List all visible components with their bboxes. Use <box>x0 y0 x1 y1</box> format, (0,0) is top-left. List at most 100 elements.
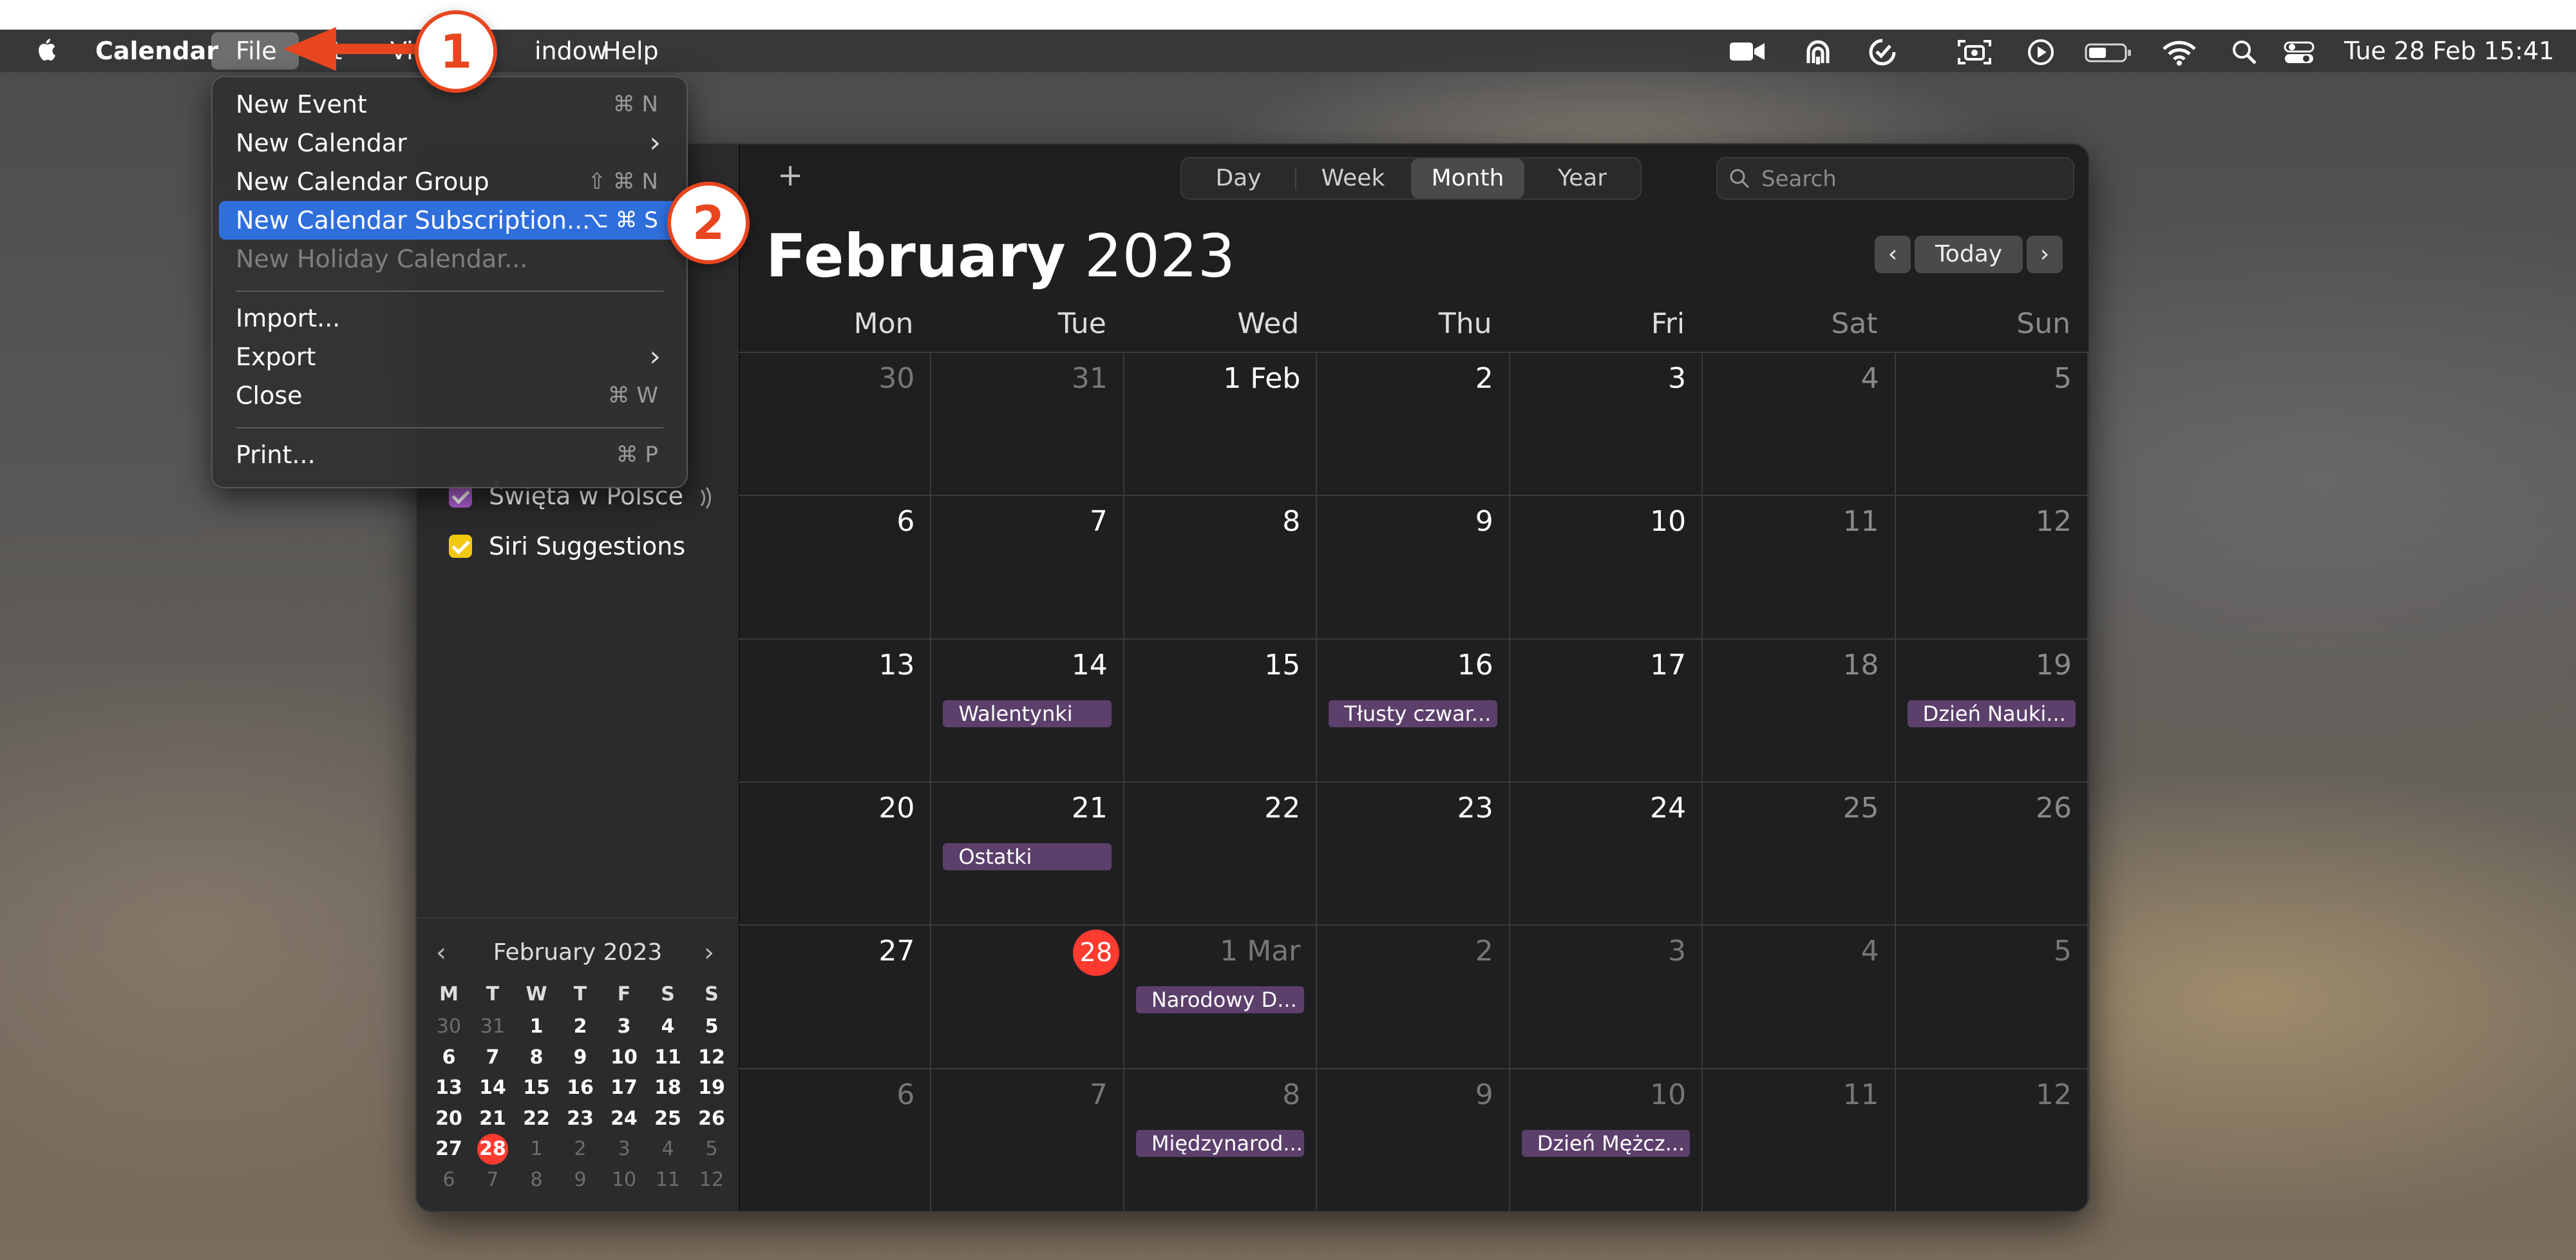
day-cell[interactable]: 1 Feb <box>1124 353 1318 497</box>
day-cell[interactable]: 10 <box>1510 496 1703 640</box>
day-cell[interactable]: 1 Mar Narodowy D... <box>1124 926 1318 1069</box>
day-cell[interactable]: 11 <box>1703 496 1896 640</box>
mini-day[interactable]: 10 <box>602 1046 646 1069</box>
mini-day[interactable]: 5 <box>690 1015 734 1038</box>
day-cell[interactable]: 10 Dzień Mężcz... <box>1510 1069 1703 1211</box>
tab-year[interactable]: Year <box>1526 158 1639 198</box>
menu-item-new-calendar-group[interactable]: New Calendar Group ⇧ ⌘ N <box>219 162 680 201</box>
day-cell[interactable]: 2 <box>1317 926 1510 1069</box>
event-chip[interactable]: Międzynarod... <box>1135 1129 1305 1157</box>
day-cell[interactable]: 3 <box>1510 926 1703 1069</box>
day-cell[interactable]: 22 <box>1124 783 1318 926</box>
mini-next-month-button[interactable]: › <box>704 938 714 968</box>
day-cell[interactable]: 4 <box>1703 926 1896 1069</box>
mini-day[interactable]: 15 <box>515 1076 558 1099</box>
mini-day[interactable]: 17 <box>602 1076 646 1099</box>
day-cell[interactable]: 9 <box>1317 1069 1510 1211</box>
day-cell[interactable]: 2 <box>1317 353 1510 497</box>
mini-day[interactable]: 1 <box>515 1138 558 1160</box>
calendar-item-siri[interactable]: Siri Suggestions <box>449 527 685 566</box>
app-name-menu[interactable]: Calendar <box>95 30 218 72</box>
event-chip[interactable]: Ostatki <box>943 843 1112 870</box>
wifi-icon[interactable] <box>2161 37 2197 73</box>
menu-item-new-calendar-subscription[interactable]: New Calendar Subscription... ⌥ ⌘ S <box>219 201 680 240</box>
event-chip[interactable]: Tłusty czwar... <box>1329 700 1497 727</box>
day-cell[interactable]: 20 <box>739 783 932 926</box>
mini-day[interactable]: 3 <box>602 1015 646 1038</box>
mini-day[interactable]: 26 <box>690 1107 734 1130</box>
menu-file[interactable]: File <box>236 30 277 72</box>
day-cell[interactable]: 15 <box>1124 639 1318 783</box>
mini-day[interactable]: 3 <box>602 1138 646 1160</box>
mini-day[interactable]: 2 <box>558 1015 602 1038</box>
mini-day[interactable]: 9 <box>558 1046 602 1069</box>
prev-month-button[interactable]: ‹ <box>1875 236 1911 273</box>
menu-item-export[interactable]: Export › <box>219 338 680 376</box>
mini-day[interactable]: 18 <box>646 1076 690 1099</box>
day-cell[interactable]: 12 <box>1895 1069 2088 1211</box>
mini-day[interactable]: 27 <box>427 1138 471 1160</box>
mini-day[interactable]: 31 <box>471 1015 515 1038</box>
search-input[interactable] <box>1760 158 2065 200</box>
day-cell[interactable]: 30 <box>739 353 932 497</box>
day-cell[interactable]: 6 <box>739 1069 932 1211</box>
mini-day[interactable]: 13 <box>427 1076 471 1099</box>
facetime-icon[interactable] <box>1728 37 1767 70</box>
event-chip[interactable]: Dzień Mężcz... <box>1521 1129 1690 1157</box>
day-cell[interactable]: 3 <box>1510 353 1703 497</box>
mini-day[interactable]: 12 <box>690 1169 734 1191</box>
day-cell[interactable]: 18 <box>1703 639 1896 783</box>
mini-day[interactable]: 7 <box>471 1169 515 1191</box>
day-cell[interactable]: 7 <box>931 1069 1124 1211</box>
mini-day[interactable]: 5 <box>690 1138 734 1160</box>
day-cell[interactable]: 12 <box>1895 496 2088 640</box>
battery-icon[interactable] <box>2084 37 2133 73</box>
mini-day[interactable]: 11 <box>646 1169 690 1191</box>
mini-day[interactable]: 16 <box>558 1076 602 1099</box>
day-cell[interactable]: 4 <box>1703 353 1896 497</box>
day-cell[interactable]: 23 <box>1317 783 1510 926</box>
day-cell[interactable]: 7 <box>931 496 1124 640</box>
mini-day[interactable]: 2 <box>558 1138 602 1160</box>
mini-day[interactable]: 4 <box>646 1138 690 1160</box>
event-chip[interactable]: Walentynki <box>943 700 1112 727</box>
day-cell[interactable]: 5 <box>1895 926 2088 1069</box>
mini-day[interactable]: 24 <box>602 1107 646 1130</box>
mini-day[interactable]: 11 <box>646 1046 690 1069</box>
spotlight-icon[interactable] <box>2230 37 2259 73</box>
mini-day[interactable]: 8 <box>515 1169 558 1191</box>
menu-window[interactable]: indow <box>535 30 607 72</box>
menu-item-print[interactable]: Print... ⌘ P <box>219 435 680 474</box>
day-cell[interactable]: 8 <box>1124 496 1318 640</box>
day-cell[interactable]: 9 <box>1317 496 1510 640</box>
mini-day[interactable]: 8 <box>515 1046 558 1069</box>
focus-icon[interactable] <box>1868 37 1897 73</box>
day-cell[interactable]: 24 <box>1510 783 1703 926</box>
day-cell[interactable]: 19 Dzień Nauki... <box>1895 639 2088 783</box>
next-month-button[interactable]: › <box>2027 236 2063 273</box>
mini-day[interactable]: 19 <box>690 1076 734 1099</box>
menu-item-new-calendar[interactable]: New Calendar › <box>219 124 680 162</box>
tab-day[interactable]: Day <box>1182 158 1295 198</box>
mini-day[interactable]: 30 <box>427 1015 471 1038</box>
day-cell[interactable]: 8 Międzynarod... <box>1124 1069 1318 1211</box>
mini-day[interactable]: 6 <box>427 1169 471 1191</box>
mini-day[interactable]: 7 <box>471 1046 515 1069</box>
day-cell[interactable]: 16 Tłusty czwar... <box>1317 639 1510 783</box>
day-cell[interactable]: 6 <box>739 496 932 640</box>
mini-day[interactable]: 23 <box>558 1107 602 1130</box>
mini-day[interactable]: 25 <box>646 1107 690 1130</box>
mini-day[interactable]: 6 <box>427 1046 471 1069</box>
tab-month[interactable]: Month <box>1411 158 1524 198</box>
control-center-icon[interactable] <box>2282 37 2316 73</box>
mini-day[interactable]: 22 <box>515 1107 558 1130</box>
day-cell[interactable]: 21 Ostatki <box>931 783 1124 926</box>
mini-day[interactable]: 28 <box>471 1134 515 1165</box>
event-chip[interactable]: Narodowy D... <box>1135 986 1305 1014</box>
search-field[interactable] <box>1716 157 2074 200</box>
day-cell[interactable]: 13 <box>739 639 932 783</box>
day-cell[interactable]: 27 <box>739 926 932 1069</box>
mini-day[interactable]: 10 <box>602 1169 646 1191</box>
day-cell[interactable]: 17 <box>1510 639 1703 783</box>
mini-day[interactable]: 12 <box>690 1046 734 1069</box>
